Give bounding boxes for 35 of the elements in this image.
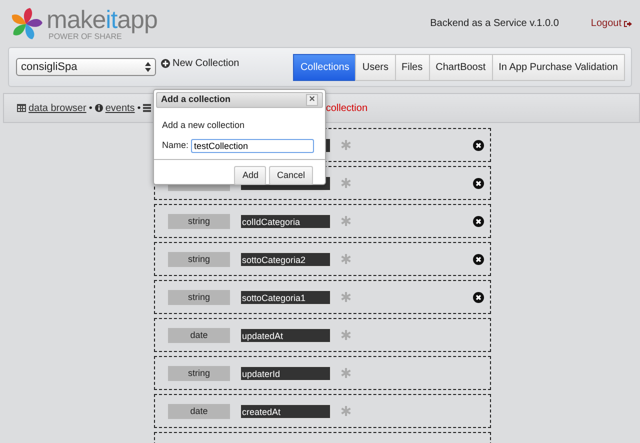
nav-tab[interactable]: ChartBoost [428,54,493,80]
separator-dot: • [88,102,92,116]
field-type[interactable]: string [168,290,230,304]
dialog-button[interactable]: Add [234,166,266,185]
field-type[interactable]: string [168,252,230,266]
field-type[interactable]: string [168,214,230,228]
field-name[interactable]: updatedAt [240,328,331,342]
field-name[interactable]: colIdCategoria [240,214,331,228]
nav-tab[interactable]: Collections [293,54,356,80]
dialog-message: Add a new collection [162,119,246,132]
field-name[interactable]: updaterId [240,366,331,380]
dialog-title: Add a collection [161,93,231,106]
service-version: Backend as a Service v.1.0.0 [430,17,559,31]
app-select[interactable]: consigliSpa [16,58,156,76]
field-type[interactable]: date [168,328,230,342]
nav-tab[interactable]: Files [394,54,430,80]
field-name[interactable]: sottoCategoria2 [240,252,331,266]
current-collection: collection [326,102,368,116]
field-name[interactable]: createdAt [240,404,331,418]
nav-tab[interactable]: In App Purchase Validation [492,54,625,80]
logo-tagline: POWER OF SHARE [48,32,122,40]
name-label: Name: [162,138,189,152]
field-type[interactable]: string [168,366,230,380]
dialog-button[interactable]: Cancel [268,166,313,185]
breadcrumb-link[interactable]: events [105,100,135,116]
separator-dot: • [137,102,141,116]
logo-text: makeitapp [46,8,158,32]
close-button[interactable]: × [306,94,318,106]
field-name[interactable]: sottoCategoria1 [240,290,331,304]
breadcrumb-link[interactable]: data browser [28,100,86,116]
new-collection-link[interactable]: New Collection [161,56,240,71]
nav-tab[interactable]: Users [355,54,396,80]
field-type[interactable]: date [168,404,230,418]
name-input[interactable]: testCollection [191,138,314,152]
logout-link[interactable]: Logout [590,16,632,31]
